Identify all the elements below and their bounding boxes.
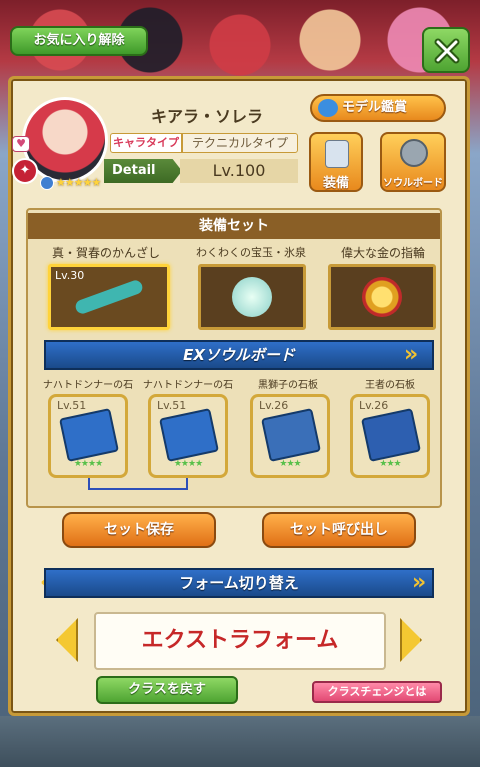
slab-stars: ★★★	[379, 459, 401, 469]
ex-soulboard-title: EXソウルボード	[44, 340, 434, 370]
equip-label: 装備	[322, 176, 349, 191]
soulboard-label: ソウルボード	[383, 178, 443, 189]
slab-fan-icon	[58, 408, 120, 462]
slab-slot-3[interactable]: Lv.26 ★★★	[250, 394, 330, 478]
equip-item-name-2: わくわくの宝玉・氷泉	[196, 246, 306, 259]
armor-icon	[325, 140, 349, 168]
slab-crown-icon	[360, 408, 422, 462]
equipment-set-title: 装備セット	[28, 213, 440, 239]
class-change-info-button[interactable]: クラスチェンジとは	[312, 681, 442, 703]
rarity-stars: ★★★★★	[56, 176, 101, 189]
current-form-display: エクストラフォーム	[94, 612, 386, 670]
equip-slot-hair-ornament[interactable]: Lv.30	[48, 264, 170, 330]
slab-name-3: 黒獅子の石板	[258, 380, 318, 391]
background-ground	[0, 716, 480, 767]
equip-slot-ring[interactable]	[328, 264, 436, 330]
right-chevron-icon: »	[404, 342, 419, 367]
slab-level: Lv.26	[359, 399, 389, 412]
soulboard-button[interactable]: ソウルボード	[380, 132, 446, 192]
type-value: テクニカルタイプ	[182, 133, 298, 153]
equip-item-name-1: 真・賀春のかんざし	[51, 246, 160, 260]
type-label: キャラタイプ	[110, 133, 182, 153]
equip-item-name-3: 偉大な金の指輪	[340, 246, 425, 260]
soulboard-icon	[400, 139, 428, 167]
model-view-button[interactable]: モデル鑑賞	[310, 94, 446, 122]
model-view-label: モデル鑑賞	[342, 100, 408, 115]
heart-icon: ♥	[12, 136, 30, 152]
detail-button[interactable]: Detail	[104, 159, 182, 183]
slab-link-connector	[88, 478, 188, 490]
slab-stars: ★★★★	[173, 459, 203, 469]
slab-level: Lv.51	[157, 399, 187, 412]
slab-stars: ★★★	[279, 459, 301, 469]
right-chevron-icon: »	[412, 570, 427, 595]
slab-slot-4[interactable]: Lv.26 ★★★	[350, 394, 430, 478]
character-name: キアラ・ソレラ	[150, 107, 263, 126]
ring-icon	[362, 277, 402, 317]
element-icon: ✦	[12, 158, 38, 184]
set-save-button[interactable]: セット保存	[62, 512, 216, 548]
slab-level: Lv.26	[259, 399, 289, 412]
orb-icon	[232, 277, 272, 317]
slab-fan-icon	[158, 408, 220, 462]
character-level: Lv.100	[180, 159, 298, 183]
slab-level: Lv.51	[57, 399, 87, 412]
model-icon	[318, 99, 338, 117]
unfavorite-button[interactable]: お気に入り解除	[10, 26, 148, 56]
slab-name-4: 王者の石板	[365, 380, 415, 391]
equip-button[interactable]: 装備	[309, 132, 363, 192]
form-switch-title: フォーム切り替え	[44, 568, 434, 598]
slab-stars: ★★★★	[73, 459, 103, 469]
class-revert-button[interactable]: クラスを戻す	[96, 676, 238, 704]
slab-lion-icon	[260, 408, 322, 462]
close-x-icon	[434, 38, 460, 64]
equip-level: Lv.30	[55, 269, 85, 282]
hairpin-icon	[73, 278, 145, 316]
slab-slot-1[interactable]: Lv.51 ★★★★	[48, 394, 128, 478]
slab-slot-2[interactable]: Lv.51 ★★★★	[148, 394, 228, 478]
class-icon	[40, 176, 54, 190]
set-load-button[interactable]: セット呼び出し	[262, 512, 416, 548]
equip-slot-orb[interactable]	[198, 264, 306, 330]
close-button[interactable]	[422, 27, 470, 73]
